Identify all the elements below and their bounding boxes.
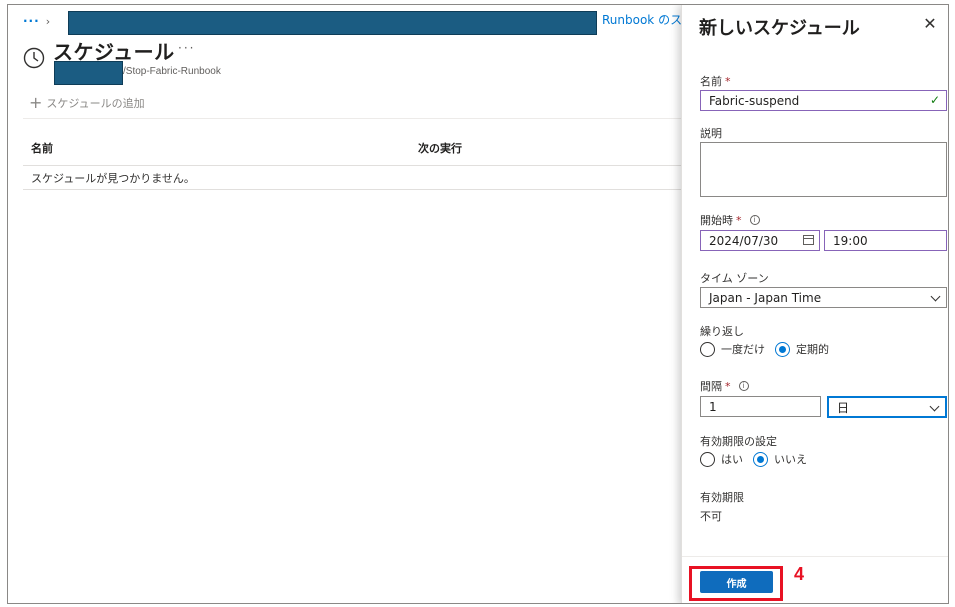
more-options-icon[interactable]: ···: [178, 41, 195, 55]
calendar-icon[interactable]: [803, 235, 814, 245]
breadcrumb-more-button[interactable]: ···: [23, 14, 40, 28]
description-label: 説明: [700, 127, 722, 140]
chevron-down-icon: [930, 291, 941, 302]
table-empty-message: スケジュールが見つかりません。: [23, 166, 683, 190]
radio-yes-label: はい: [721, 453, 743, 466]
description-textarea[interactable]: [700, 142, 947, 197]
create-button[interactable]: 作成: [700, 571, 773, 593]
expiry-label: 有効期限: [700, 491, 744, 504]
radio-once-label: 一度だけ: [721, 343, 765, 356]
start-date-field[interactable]: 2024/07/30: [700, 230, 820, 251]
interval-label: 間隔 * i: [700, 378, 749, 394]
close-icon[interactable]: ✕: [922, 16, 938, 32]
info-icon[interactable]: i: [749, 215, 760, 225]
page-subtitle: /Stop-Fabric-Runbook: [123, 66, 221, 77]
table-header: 名前 次の実行: [23, 130, 683, 166]
redacted-account-name: [54, 61, 123, 85]
radio-yes[interactable]: [700, 451, 715, 467]
breadcrumb: ··· ›: [23, 12, 50, 30]
radio-no-label: いいえ: [774, 453, 807, 466]
start-label: 開始時 * i: [700, 212, 760, 228]
new-schedule-panel: 新しいスケジュール ✕ 名前 * Fabric-suspend ✓ 説明 開始時 *…: [681, 5, 948, 603]
app-frame: ··· › Runbook のスケ スケジュール ··· /Stop-Fabri…: [7, 4, 949, 604]
info-icon[interactable]: i: [738, 381, 749, 391]
add-schedule-button[interactable]: + スケジュールの追加: [29, 95, 145, 111]
breadcrumb-runbook-link[interactable]: Runbook のスケ: [602, 11, 682, 28]
interval-unit-select[interactable]: 日: [827, 396, 947, 418]
column-header-name[interactable]: 名前: [23, 140, 418, 156]
radio-recurring[interactable]: [775, 341, 790, 357]
expiry-radio-group: はい いいえ: [700, 451, 817, 467]
step-number-annotation: 4: [794, 564, 805, 584]
start-date-value: 2024/07/30: [709, 233, 779, 248]
radio-no[interactable]: [753, 451, 768, 467]
radio-recurring-label: 定期的: [796, 343, 829, 356]
timezone-value: Japan - Japan Time: [709, 290, 822, 305]
chevron-down-icon: [929, 401, 940, 412]
name-field[interactable]: Fabric-suspend ✓: [700, 90, 947, 111]
add-schedule-label: スケジュールの追加: [46, 97, 145, 110]
clock-icon: [23, 47, 45, 69]
chevron-right-icon: ›: [45, 14, 51, 28]
recurrence-label: 繰り返し: [700, 325, 744, 338]
interval-input[interactable]: 1: [700, 396, 821, 417]
name-field-value: Fabric-suspend: [709, 93, 800, 108]
timezone-select[interactable]: Japan - Japan Time: [700, 287, 947, 308]
interval-value: 1: [709, 399, 717, 414]
timezone-label: タイム ゾーン: [700, 272, 769, 285]
redacted-breadcrumb: [68, 11, 597, 35]
expiry-setting-label: 有効期限の設定: [700, 435, 777, 448]
start-time-value: 19:00: [833, 233, 868, 248]
panel-title: 新しいスケジュール: [699, 18, 860, 39]
checkmark-icon: ✓: [929, 93, 940, 107]
recurrence-radio-group: 一度だけ 定期的: [700, 341, 839, 357]
start-time-field[interactable]: 19:00: [824, 230, 947, 251]
expiry-value: 不可: [700, 510, 722, 523]
schedule-table: 名前 次の実行 スケジュールが見つかりません。: [23, 130, 683, 190]
plus-icon: +: [29, 93, 43, 112]
interval-unit-value: 日: [837, 400, 850, 415]
toolbar-divider: [23, 118, 683, 119]
name-label: 名前 *: [700, 74, 731, 89]
column-header-next-run[interactable]: 次の実行: [418, 140, 683, 156]
radio-once[interactable]: [700, 341, 715, 357]
footer-divider: [682, 556, 948, 557]
